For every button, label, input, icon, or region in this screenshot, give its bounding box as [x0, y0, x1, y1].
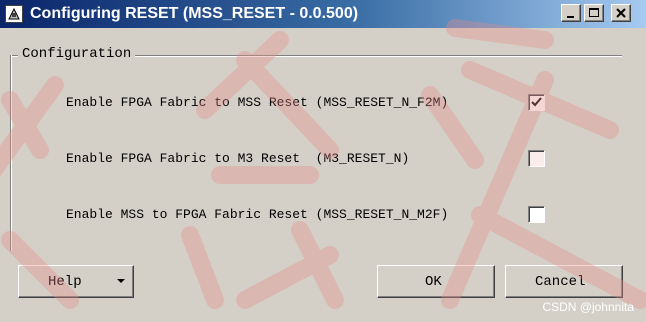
- reset-m2f-label: Enable MSS to FPGA Fabric Reset (MSS_RES…: [66, 207, 449, 222]
- ok-button[interactable]: OK: [377, 265, 495, 298]
- group-box-border-left: [10, 55, 12, 251]
- close-button[interactable]: [611, 4, 631, 22]
- reset-m3-checkbox[interactable]: [528, 150, 545, 167]
- window-title: Configuring RESET (MSS_RESET - 0.0.500): [30, 5, 359, 22]
- close-icon: [616, 8, 626, 18]
- configure-app-icon: [5, 5, 23, 23]
- help-button-label: Help: [48, 274, 82, 290]
- reset-f2m-label: Enable FPGA Fabric to MSS Reset (MSS_RES…: [66, 95, 449, 110]
- reset-m2f-checkbox[interactable]: [528, 206, 545, 223]
- cancel-button[interactable]: Cancel: [505, 265, 623, 298]
- ok-button-label: OK: [425, 274, 442, 290]
- configuration-group-title: Configuration: [18, 45, 136, 63]
- maximize-icon: [589, 8, 599, 17]
- configure-reset-dialog: Configuring RESET (MSS_RESET - 0.0.500) …: [0, 0, 646, 322]
- maximize-button[interactable]: [584, 4, 604, 22]
- checkmark-icon: [531, 97, 542, 107]
- minimize-icon: [567, 16, 574, 18]
- dropdown-arrow-icon: [117, 279, 125, 283]
- reset-m3-label: Enable FPGA Fabric to M3 Reset (M3_RESET…: [66, 151, 410, 166]
- minimize-button[interactable]: [561, 4, 581, 22]
- cancel-button-label: Cancel: [535, 274, 586, 290]
- title-bar[interactable]: Configuring RESET (MSS_RESET - 0.0.500): [0, 0, 646, 28]
- reset-f2m-checkbox[interactable]: [528, 94, 545, 111]
- csdn-watermark: CSDN @johnnita: [542, 300, 634, 314]
- help-button[interactable]: Help: [18, 265, 134, 298]
